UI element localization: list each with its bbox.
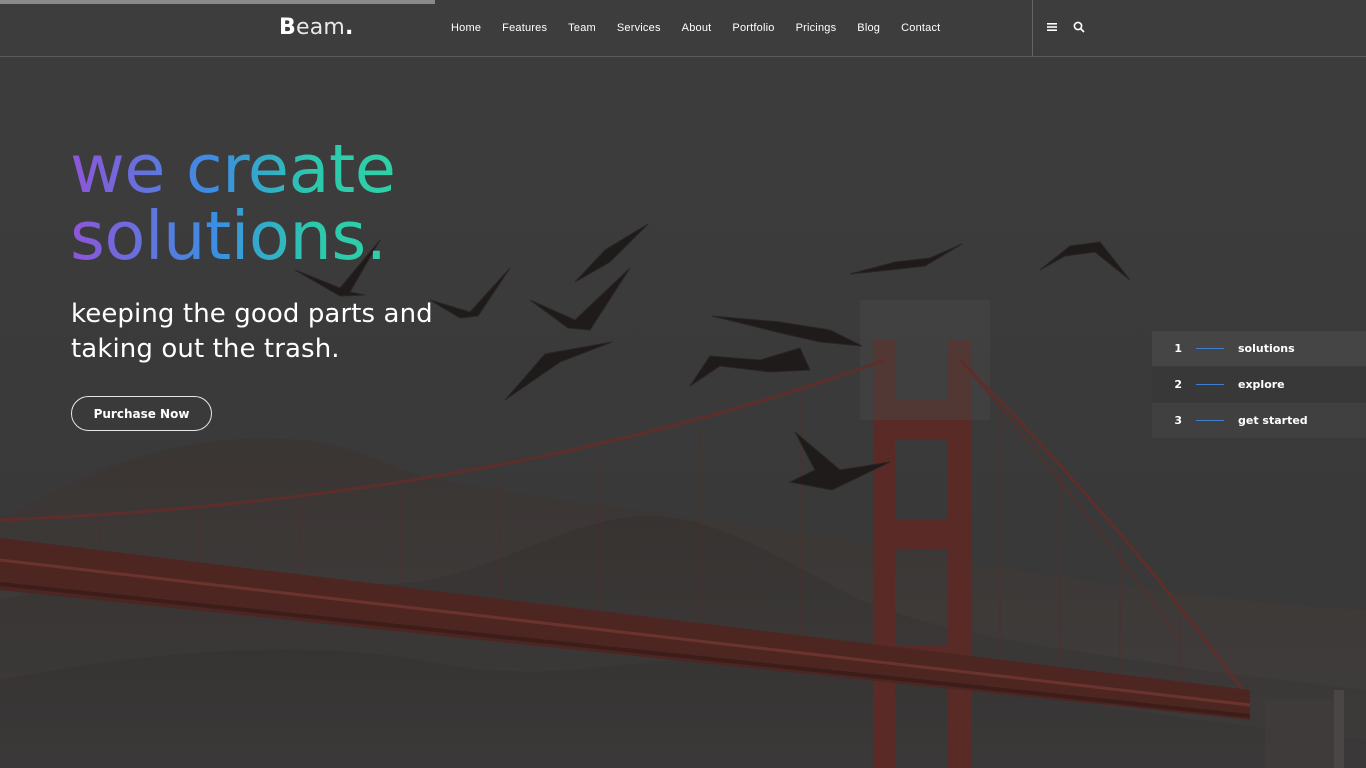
purchase-now-button[interactable]: Purchase Now	[71, 396, 212, 431]
logo-dot: .	[345, 15, 354, 40]
page-load-progress-bar	[0, 0, 435, 4]
nav-about[interactable]: About	[682, 22, 712, 34]
slide-navigation: 1 solutions 2 explore 3 get started	[1152, 331, 1366, 439]
slide-label: solutions	[1238, 342, 1295, 355]
hero-headline-line-1: we create	[70, 130, 396, 208]
slide-nav-item-explore[interactable]: 2 explore	[1152, 367, 1366, 402]
nav-home[interactable]: Home	[451, 22, 481, 34]
menu-icon[interactable]	[1046, 20, 1060, 34]
hero-headline: we create solutions.	[70, 136, 396, 270]
hero-subheadline-line-2: taking out the trash.	[71, 334, 340, 364]
logo-text: eam	[295, 15, 346, 40]
slide-number: 3	[1174, 414, 1182, 427]
slide-label: explore	[1238, 378, 1285, 391]
brand-logo[interactable]: Beam.	[279, 15, 354, 40]
hero-subheadline: keeping the good parts and taking out th…	[71, 297, 433, 367]
nav-services[interactable]: Services	[617, 22, 661, 34]
slide-nav-item-get-started[interactable]: 3 get started	[1152, 403, 1366, 438]
slide-nav-item-solutions[interactable]: 1 solutions	[1152, 331, 1366, 366]
header-icons	[1046, 20, 1086, 34]
nav-team[interactable]: Team	[568, 22, 596, 34]
header-divider	[1032, 0, 1033, 56]
slide-number: 1	[1174, 342, 1182, 355]
slide-indicator-line	[1196, 384, 1224, 385]
hero-subheadline-line-1: keeping the good parts and	[71, 299, 433, 329]
slide-label: get started	[1238, 414, 1308, 427]
nav-portfolio[interactable]: Portfolio	[732, 22, 774, 34]
hero-headline-line-2: solutions.	[70, 197, 387, 275]
search-icon[interactable]	[1072, 20, 1086, 34]
main-nav: Home Features Team Services About Portfo…	[451, 0, 961, 56]
slide-indicator-line	[1196, 420, 1224, 421]
nav-pricings[interactable]: Pricings	[796, 22, 837, 34]
nav-contact[interactable]: Contact	[901, 22, 940, 34]
site-header: Beam. Home Features Team Services About …	[0, 0, 1366, 57]
logo-initial: B	[279, 15, 296, 40]
nav-features[interactable]: Features	[502, 22, 547, 34]
slide-number: 2	[1174, 378, 1182, 391]
nav-blog[interactable]: Blog	[857, 22, 880, 34]
slide-indicator-line	[1196, 348, 1224, 349]
